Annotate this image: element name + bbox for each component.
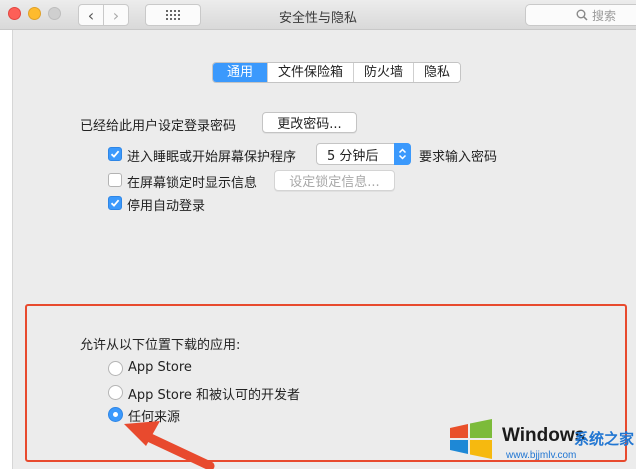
checkmark-icon	[110, 150, 120, 158]
password-status-label: 已经给此用户设定登录密码	[80, 119, 237, 134]
tab-firewall[interactable]: 防火墙	[354, 63, 415, 82]
checkmark-icon	[110, 199, 120, 207]
windows-logo-watermark	[450, 419, 492, 459]
sleep-password-checkbox[interactable]	[108, 147, 122, 161]
tab-privacy[interactable]: 隐私	[414, 63, 461, 82]
require-password-label: 要求输入密码	[419, 150, 498, 165]
disable-autologin-checkbox[interactable]	[108, 196, 122, 210]
tab-filevault[interactable]: 文件保险箱	[268, 63, 355, 82]
radio-app-store-identified[interactable]	[108, 385, 123, 400]
disable-autologin-label: 停用自动登录	[127, 199, 206, 214]
change-password-button[interactable]: 更改密码...	[262, 112, 357, 133]
radio-app-store-identified-label: App Store 和被认可的开发者	[128, 388, 301, 403]
lock-message-label: 在屏幕锁定时显示信息	[127, 176, 258, 191]
radio-dot	[113, 412, 118, 417]
download-apps-heading: 允许从以下位置下载的应用:	[80, 338, 241, 353]
radio-app-store-label: App Store	[128, 360, 192, 375]
password-delay-select[interactable]: 5 分钟后	[316, 143, 411, 165]
radio-anywhere-label: 任何来源	[128, 410, 181, 425]
tab-general[interactable]: 通用	[213, 63, 269, 82]
sleep-checkbox-label: 进入睡眠或开始屏幕保护程序	[127, 150, 297, 165]
search-input[interactable]: 搜索	[525, 4, 636, 26]
watermark-url: www.bjjmlv.com	[506, 450, 577, 461]
select-stepper	[394, 143, 411, 165]
radio-anywhere[interactable]	[108, 407, 123, 422]
set-lock-message-button[interactable]: 设定锁定信息...	[274, 170, 395, 191]
tab-bar: 通用 文件保险箱 防火墙 隐私	[212, 62, 462, 83]
watermark-brand: Windows	[502, 425, 586, 446]
chevron-up-down-icon	[398, 148, 407, 160]
title-bar: ‹ › 安全性与隐私 搜索	[0, 0, 636, 30]
password-delay-value: 5 分钟后	[327, 148, 379, 164]
radio-app-store[interactable]	[108, 361, 123, 376]
show-lock-message-checkbox[interactable]	[108, 173, 122, 187]
search-icon	[576, 9, 588, 21]
search-placeholder: 搜索	[592, 8, 617, 23]
watermark-brand-suffix: 系统之家	[574, 430, 635, 448]
